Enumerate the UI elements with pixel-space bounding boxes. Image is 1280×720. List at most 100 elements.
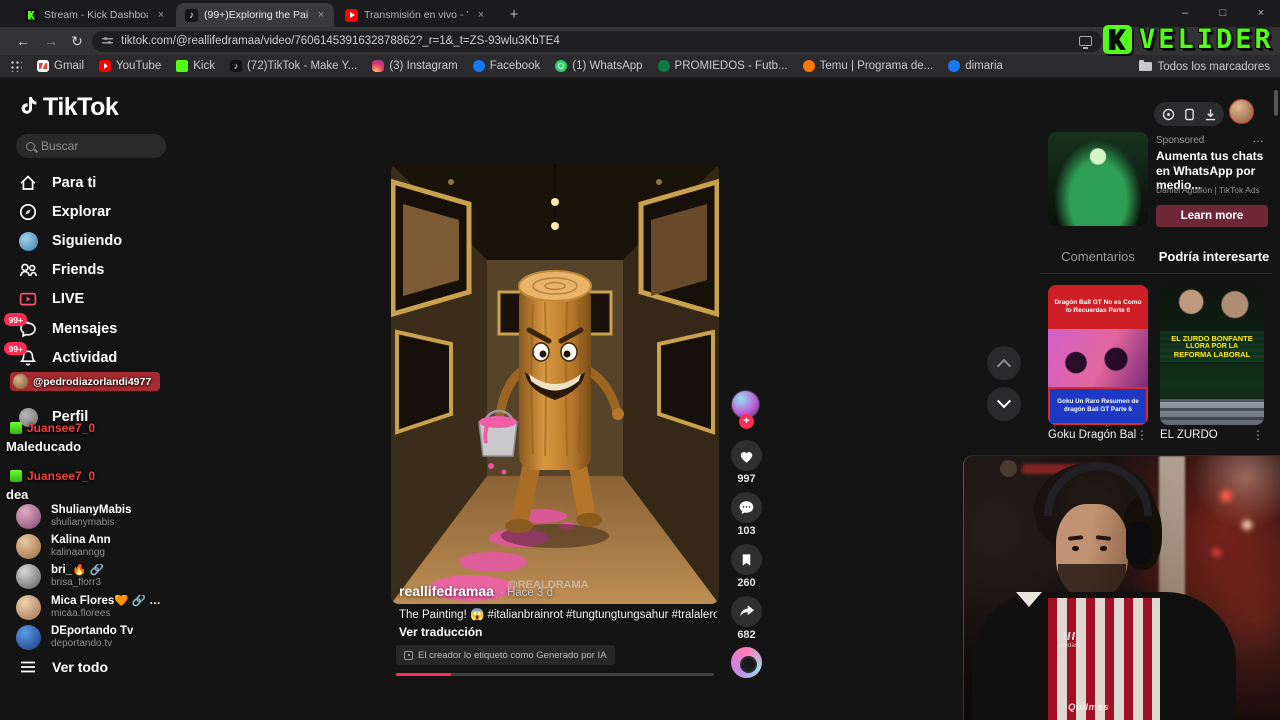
compass-icon <box>16 201 40 223</box>
ad-advertiser: Daniel Aguillón | TikTok Ads <box>1156 185 1260 195</box>
scrollbar[interactable] <box>1274 90 1278 116</box>
tab-close-icon[interactable]: × <box>474 9 488 21</box>
more-options-icon[interactable]: ⋮ <box>1136 428 1148 442</box>
video-caption: The Painting! 😱 #italianbrainrot #tungtu… <box>399 609 717 621</box>
search-box[interactable] <box>16 134 166 158</box>
suggested-title-row[interactable]: Goku Dragón Ball ⋮ <box>1048 428 1148 442</box>
coin-icon[interactable] <box>1162 108 1175 121</box>
bookmark-kick[interactable]: Kick <box>176 60 215 72</box>
bookmark-whatsapp[interactable]: (1) WhatsApp <box>555 60 643 72</box>
tab-close-icon[interactable]: × <box>314 9 328 21</box>
account-row[interactable]: bri_🔥 🔗 brisa_florr3 <box>16 562 226 590</box>
tab-kick-dashboard[interactable]: Stream - Kick Dashboard × <box>16 3 174 27</box>
more-options-icon[interactable]: ⋮ <box>1252 428 1264 442</box>
sponsored-label: Sponsored <box>1156 135 1205 146</box>
kick-chat-badge-icon <box>10 422 22 434</box>
video-username[interactable]: reallifedramaa <box>399 583 494 599</box>
user-avatar[interactable] <box>1229 99 1254 124</box>
bookmarks-bar: Gmail YouTube Kick ♪ (72)TikTok - Make Y.… <box>0 55 1280 78</box>
ad-cta-button[interactable]: Learn more <box>1156 205 1268 227</box>
next-video-button[interactable] <box>987 387 1021 421</box>
see-all-button[interactable]: Ver todo <box>16 656 108 678</box>
sidebar-item-friends[interactable]: Friends <box>16 257 226 283</box>
chat-message-text: dea <box>6 487 29 502</box>
new-tab-button[interactable]: + <box>502 4 526 26</box>
suggested-title-row[interactable]: EL ZURDO ⋮ <box>1160 428 1264 442</box>
browser-toolbar: ← → ↻ tiktok.com/@reallifedramaa/video/7… <box>0 27 1280 55</box>
suggested-video-zurdo[interactable]: EL ZURDO BONFANTE LLORA POR LA REFORMA L… <box>1160 285 1264 425</box>
ad-thumbnail[interactable] <box>1048 132 1148 226</box>
friends-icon <box>16 259 40 281</box>
chevron-up-icon <box>996 358 1012 373</box>
led-light <box>1220 490 1232 502</box>
sidebar-item-mensajes[interactable]: 99+ Mensajes <box>4 313 226 342</box>
youtube-favicon <box>345 8 358 22</box>
account-row[interactable]: Kalina Ann kalinaanngg <box>16 532 226 560</box>
suggested-video-goku[interactable]: Dragón Ball GT No es Como lo Recuerdas P… <box>1048 285 1148 425</box>
tab-youtube-live[interactable]: Transmisión en vivo - YouTube × <box>336 3 494 27</box>
kick-favicon <box>25 8 38 22</box>
heart-icon <box>740 451 753 463</box>
chat-avatar <box>13 374 28 389</box>
video-author-row[interactable]: reallifedramaa · Hace 3 d <box>399 583 553 599</box>
headphone-earcup-icon <box>1126 522 1152 564</box>
bookmark-promiedos[interactable]: PROMIEDOS - Futb... <box>657 60 788 72</box>
avatar <box>16 503 41 529</box>
account-row[interactable]: Mica Flores🧡 🔗 … micaa.florees <box>16 593 226 621</box>
facebook-icon <box>948 60 961 72</box>
tab-comentarios[interactable]: Comentarios <box>1040 249 1156 269</box>
tab-title: (99+)Exploring the Painting Ph <box>204 9 308 21</box>
bookmark-facebook[interactable]: Facebook <box>472 60 540 72</box>
cast-icon[interactable] <box>1079 36 1092 49</box>
chat-message-user: Juansee7_0 <box>10 469 95 483</box>
home-icon <box>16 172 40 194</box>
sidebar-item-para-ti[interactable]: Para ti <box>16 170 226 196</box>
bookmark-youtube[interactable]: YouTube <box>99 60 161 72</box>
close-window-button[interactable]: × <box>1242 0 1280 27</box>
previous-video-button[interactable] <box>987 346 1021 380</box>
share-button[interactable] <box>731 596 762 627</box>
bookmark-temu[interactable]: Temu | Programa de... <box>802 60 933 72</box>
mobile-icon[interactable] <box>1184 108 1195 121</box>
tab-close-icon[interactable]: × <box>154 9 168 21</box>
bookmark-gmail[interactable]: Gmail <box>37 60 84 72</box>
comment-button[interactable] <box>731 492 762 523</box>
sidebar-item-actividad[interactable]: 99+ Actividad <box>4 342 226 371</box>
url-text[interactable]: tiktok.com/@reallifedramaa/video/7606145… <box>121 35 1071 47</box>
sidebar-item-live[interactable]: LIVE <box>16 286 226 312</box>
bookmark-tiktok[interactable]: ♪ (72)TikTok - Make Y... <box>229 60 357 72</box>
video-player[interactable]: @REALDRAMA <box>391 164 719 604</box>
bookmark-instagram[interactable]: (3) Instagram <box>372 60 458 72</box>
account-row[interactable]: ShulianyMabis shulianymabis <box>16 502 226 530</box>
reload-button[interactable]: ↻ <box>66 30 88 52</box>
tab-podria-interesarte[interactable]: Podría interesarte <box>1156 249 1272 269</box>
download-icon[interactable] <box>1204 108 1217 121</box>
tiktok-logo[interactable]: TikTok <box>16 93 119 122</box>
apps-grid-icon[interactable] <box>10 60 22 72</box>
search-input[interactable] <box>41 139 156 153</box>
kick-logo-icon <box>1103 25 1132 54</box>
tab-title: Stream - Kick Dashboard <box>44 9 148 21</box>
jersey-sponsor-text: Quilmes <box>1068 702 1109 713</box>
bookmark-button[interactable] <box>731 544 762 575</box>
minimize-button[interactable]: – <box>1166 0 1204 27</box>
like-button[interactable] <box>731 440 762 471</box>
chat-avatar <box>1000 460 1017 477</box>
tab-tiktok-active[interactable]: ♪ (99+)Exploring the Painting Ph × <box>176 3 334 27</box>
forward-button[interactable]: → <box>40 30 62 52</box>
address-bar[interactable]: tiktok.com/@reallifedramaa/video/7606145… <box>92 30 1102 52</box>
sidebar-item-siguiendo[interactable]: Siguiendo <box>16 228 226 254</box>
video-progress-bar[interactable] <box>396 673 714 676</box>
see-translation-button[interactable]: Ver traducción <box>399 625 482 639</box>
sound-disc[interactable] <box>731 647 762 678</box>
maximize-button[interactable]: □ <box>1204 0 1242 27</box>
account-row[interactable]: DEportando Tv deportando.tv <box>16 623 226 651</box>
ad-more-icon[interactable]: … <box>1252 131 1265 145</box>
sidebar-item-explorar[interactable]: Explorar <box>16 199 226 225</box>
kick-chat-badge-icon <box>10 470 22 482</box>
follow-button[interactable]: + <box>739 414 754 429</box>
all-bookmarks-button[interactable]: Todos los marcadores <box>1138 55 1270 78</box>
back-button[interactable]: ← <box>12 30 34 52</box>
site-settings-icon[interactable] <box>102 36 113 46</box>
bookmark-dimaria[interactable]: dimaria <box>948 60 1003 72</box>
